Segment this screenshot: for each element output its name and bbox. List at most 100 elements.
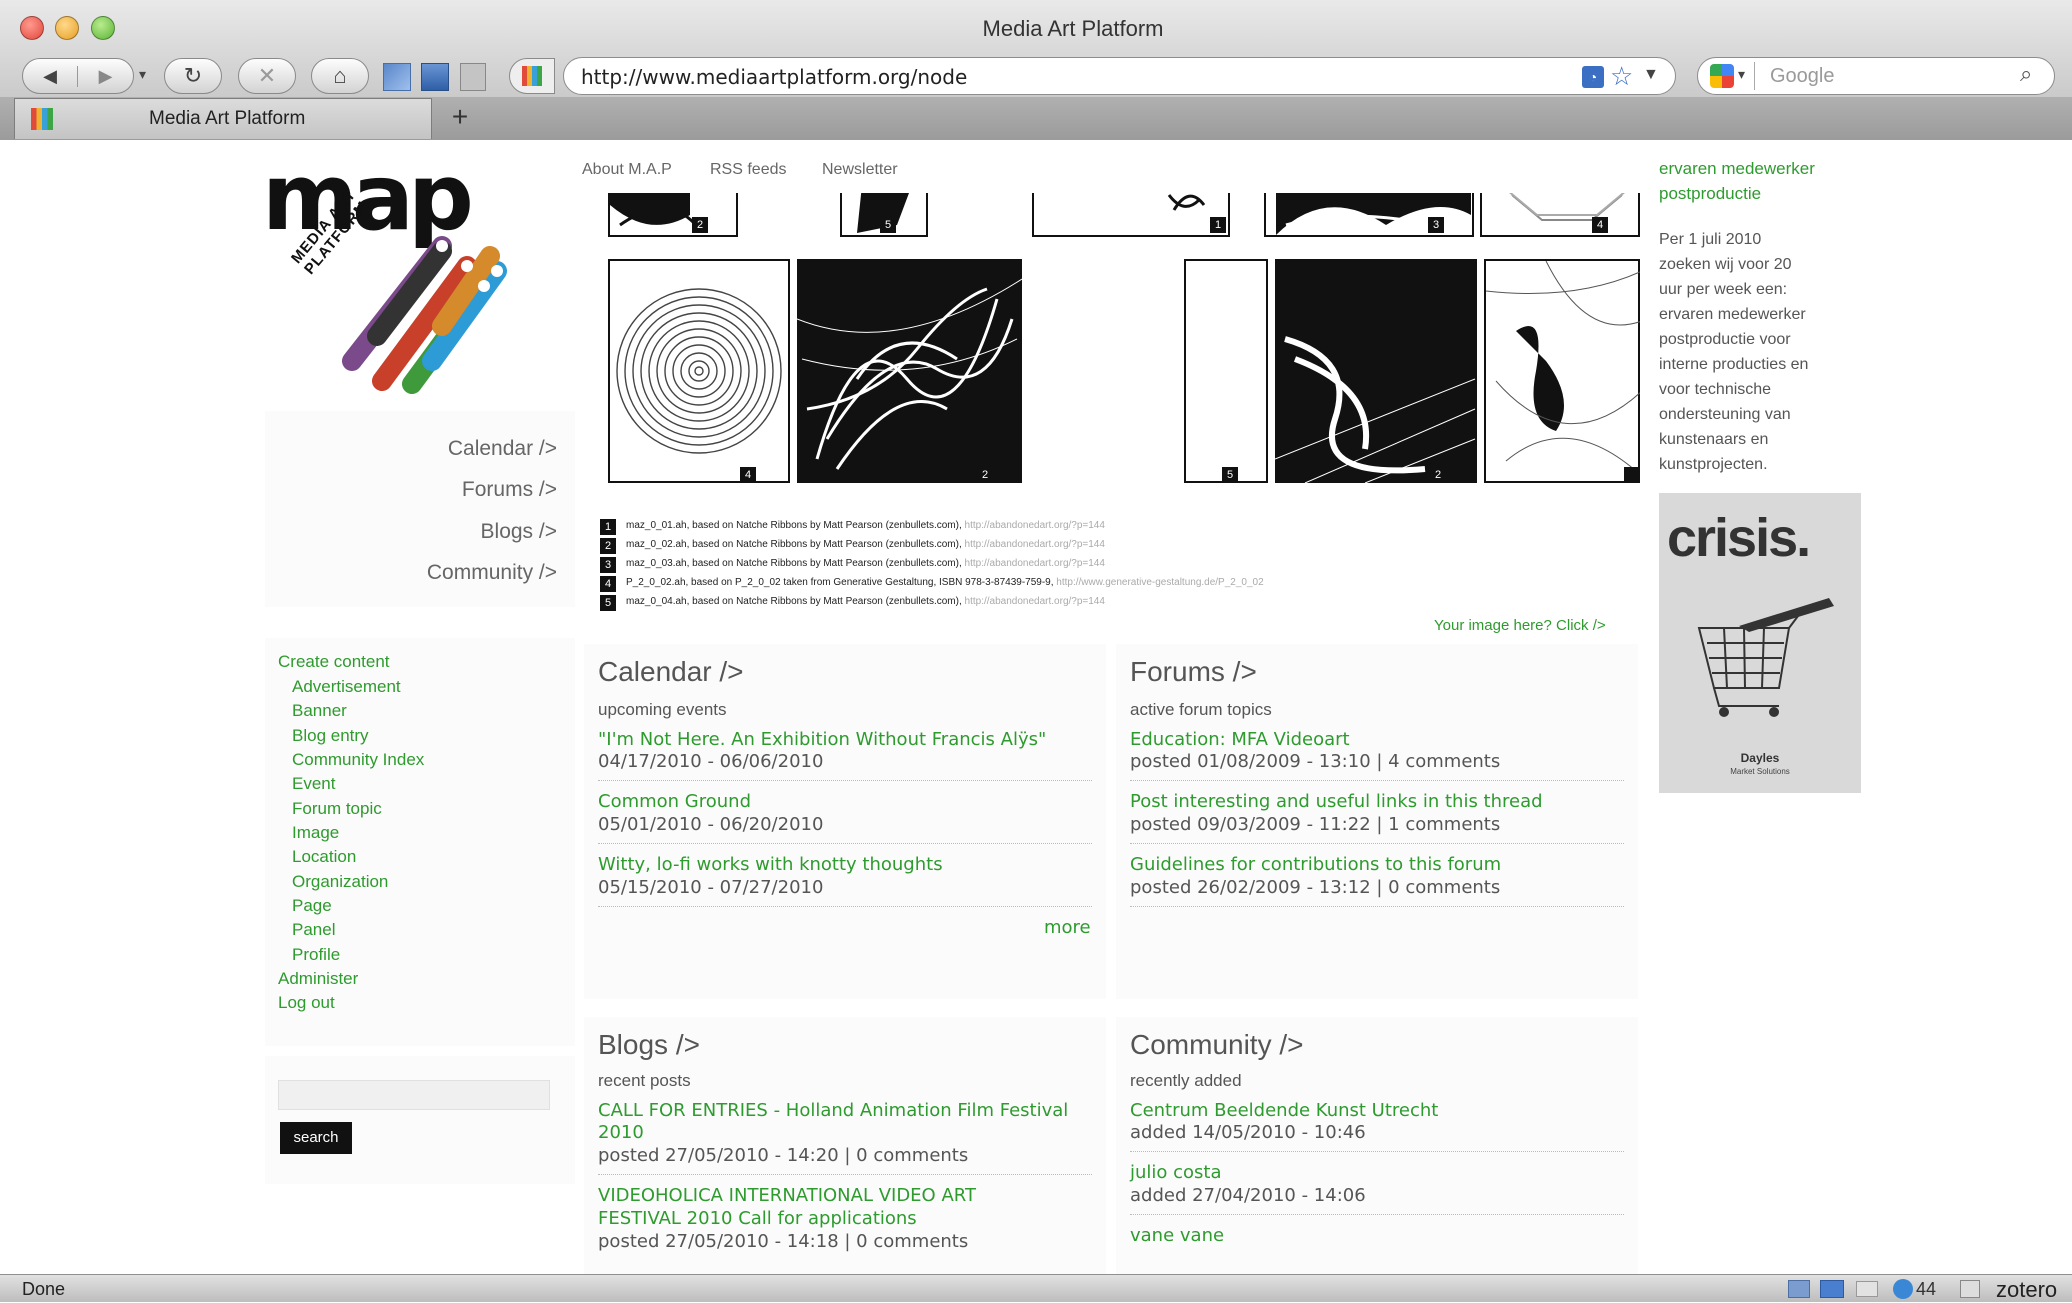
calendar-item-title[interactable]: "I'm Not Here. An Exhibition Without Fra… <box>598 729 1046 750</box>
gallery-thumb-circles[interactable] <box>608 259 790 483</box>
site-logo[interactable]: map MEDIA ART PLATFORM <box>262 144 512 396</box>
gallery-thumb-top-1[interactable] <box>608 193 738 237</box>
zotero-label[interactable]: zotero <box>1996 1277 2057 1303</box>
job-title-line-2[interactable]: postproductie <box>1659 184 1761 204</box>
ad-headline: crisis. <box>1667 508 1811 568</box>
search-engine-dropdown-icon[interactable]: ▾ <box>1738 66 1745 83</box>
stop-icon[interactable]: ✕ <box>238 58 296 94</box>
create-community-index-link[interactable]: Community Index <box>292 750 424 770</box>
calendar-item-date: 05/15/2010 - 07/27/2010 <box>598 877 824 898</box>
blogs-heading[interactable]: Blogs /> <box>598 1029 700 1061</box>
create-content-link[interactable]: Create content <box>278 652 390 672</box>
gallery-thumb-blank[interactable] <box>1184 259 1268 483</box>
addon-icon[interactable] <box>1820 1280 1844 1298</box>
caption-1-text: maz_0_01.ah, based on Natche Ribbons by … <box>626 520 962 531</box>
nav-about[interactable]: About M.A.P <box>582 161 672 179</box>
create-page-link[interactable]: Page <box>292 896 332 916</box>
network-icon[interactable] <box>1788 1280 1810 1298</box>
url-bar[interactable]: http://www.mediaartplatform.org/node ◔ ☆… <box>563 57 1676 95</box>
create-panel-link[interactable]: Panel <box>292 920 335 940</box>
community-subtitle: recently added <box>1130 1071 1242 1090</box>
print-icon[interactable] <box>460 63 486 91</box>
create-forum-topic-link[interactable]: Forum topic <box>292 799 382 819</box>
rss-icon[interactable]: ◔ <box>1582 66 1604 88</box>
create-image-link[interactable]: Image <box>292 823 339 843</box>
side-nav-forums[interactable]: Forums /> <box>462 478 557 502</box>
calendar-heading[interactable]: Calendar /> <box>598 656 744 688</box>
search-bar[interactable]: ▾ Google ⌕ <box>1697 57 2055 95</box>
folder-icon[interactable] <box>1960 1280 1980 1298</box>
administer-link[interactable]: Administer <box>278 969 358 989</box>
job-line: Per 1 juli 2010 <box>1659 231 1762 248</box>
side-nav-calendar[interactable]: Calendar /> <box>448 437 557 461</box>
side-nav-panel: Calendar /> Forums /> Blogs /> Community… <box>265 411 575 607</box>
side-nav-community[interactable]: Community /> <box>427 561 557 585</box>
gallery-number <box>1624 467 1640 483</box>
create-profile-link[interactable]: Profile <box>292 945 340 965</box>
search-placeholder[interactable]: Google <box>1770 65 1835 88</box>
forward-icon[interactable]: ▶ <box>78 66 133 87</box>
forum-topic-title[interactable]: Education: MFA Videoart <box>1130 729 1350 750</box>
site-identity-button[interactable] <box>509 58 555 94</box>
create-organization-link[interactable]: Organization <box>292 872 388 892</box>
art-gallery[interactable]: 2 5 1 3 4 4 2 5 2 <box>580 193 1640 523</box>
history-dropdown-icon[interactable]: ▾ <box>139 66 146 83</box>
site-search-input[interactable] <box>278 1080 550 1110</box>
create-location-link[interactable]: Location <box>292 847 356 867</box>
site-search-button[interactable]: search <box>280 1122 352 1154</box>
community-item-title[interactable]: Centrum Beeldende Kunst Utrecht <box>1130 1100 1438 1121</box>
tab-media-art-platform[interactable]: Media Art Platform <box>14 98 432 139</box>
gallery-thumb-ribbons-2[interactable] <box>1274 259 1477 484</box>
new-tab-button[interactable]: + <box>436 101 484 135</box>
blog-post-title[interactable]: CALL FOR ENTRIES - Holland Animation Fil… <box>598 1100 1068 1121</box>
nav-rss[interactable]: RSS feeds <box>710 161 786 179</box>
caption-1-link[interactable]: http://abandonedart.org/?p=144 <box>965 520 1105 531</box>
your-image-link[interactable]: Your image here? Click /> <box>1434 617 1606 634</box>
bookmark-toolbar-icon[interactable] <box>383 63 411 91</box>
job-line: kunstenaars en <box>1659 431 1769 448</box>
globe-icon[interactable] <box>1893 1279 1913 1299</box>
caption-3-link[interactable]: http://abandonedart.org/?p=144 <box>965 558 1105 569</box>
home-icon[interactable]: ⌂ <box>311 58 369 94</box>
blog-post-title[interactable]: FESTIVAL 2010 Call for applications <box>598 1208 917 1229</box>
star-icon[interactable]: ☆ <box>1610 61 1633 92</box>
create-blog-entry-link[interactable]: Blog entry <box>292 726 369 746</box>
back-icon[interactable]: ◀ <box>23 65 78 87</box>
ad-brand: Dayles <box>1740 751 1780 765</box>
crisis-advertisement[interactable]: crisis. Dayles Market Solutions <box>1659 493 1861 793</box>
forum-topic-title[interactable]: Guidelines for contributions to this for… <box>1130 854 1501 875</box>
gallery-thumb-top-3[interactable] <box>1032 193 1230 237</box>
search-icon[interactable]: ⌕ <box>2020 61 2032 87</box>
browser-chrome: Media Art Platform ◀ ▶ ▾ ↻ ✕ ⌂ http://ww… <box>0 0 2072 140</box>
community-item-title[interactable]: julio costa <box>1130 1162 1222 1183</box>
reload-icon[interactable]: ↻ <box>164 58 222 94</box>
caption-5-link[interactable]: http://abandonedart.org/?p=144 <box>965 596 1105 607</box>
calendar-more-link[interactable]: more <box>1044 917 1091 938</box>
blog-post-title[interactable]: 2010 <box>598 1122 644 1143</box>
logout-link[interactable]: Log out <box>278 993 335 1013</box>
url-text[interactable]: http://www.mediaartplatform.org/node <box>581 65 967 89</box>
create-advertisement-link[interactable]: Advertisement <box>292 677 401 697</box>
create-event-link[interactable]: Event <box>292 774 335 794</box>
back-forward-group: ◀ ▶ <box>22 58 134 94</box>
forums-heading[interactable]: Forums /> <box>1130 656 1257 688</box>
community-heading[interactable]: Community /> <box>1130 1029 1304 1061</box>
google-icon[interactable] <box>1710 64 1734 88</box>
gallery-thumb-top-5[interactable] <box>1480 193 1640 237</box>
community-item-title[interactable]: vane vane <box>1130 1225 1224 1246</box>
create-banner-link[interactable]: Banner <box>292 701 347 721</box>
nav-newsletter[interactable]: Newsletter <box>822 161 898 179</box>
mail-icon[interactable] <box>1856 1281 1878 1297</box>
blog-post-title[interactable]: VIDEOHOLICA INTERNATIONAL VIDEO ART <box>598 1185 976 1206</box>
gallery-thumb-ribbons-3[interactable] <box>1484 259 1640 483</box>
url-dropdown-icon[interactable]: ▼ <box>1643 66 1659 84</box>
caption-2-link[interactable]: http://abandonedart.org/?p=144 <box>965 539 1105 550</box>
forum-topic-title[interactable]: Post interesting and useful links in thi… <box>1130 791 1543 812</box>
job-title-line-1[interactable]: ervaren medewerker <box>1659 159 1815 179</box>
side-nav-blogs[interactable]: Blogs /> <box>481 520 557 544</box>
calendar-item-title[interactable]: Common Ground <box>598 791 751 812</box>
sidebar-icon[interactable] <box>421 63 449 91</box>
caption-4-link[interactable]: http://www.generative-gestaltung.de/P_2_… <box>1056 577 1263 588</box>
calendar-item-title[interactable]: Witty, lo-fi works with knotty thoughts <box>598 854 943 875</box>
gallery-thumb-ribbons-1[interactable] <box>796 259 1023 483</box>
